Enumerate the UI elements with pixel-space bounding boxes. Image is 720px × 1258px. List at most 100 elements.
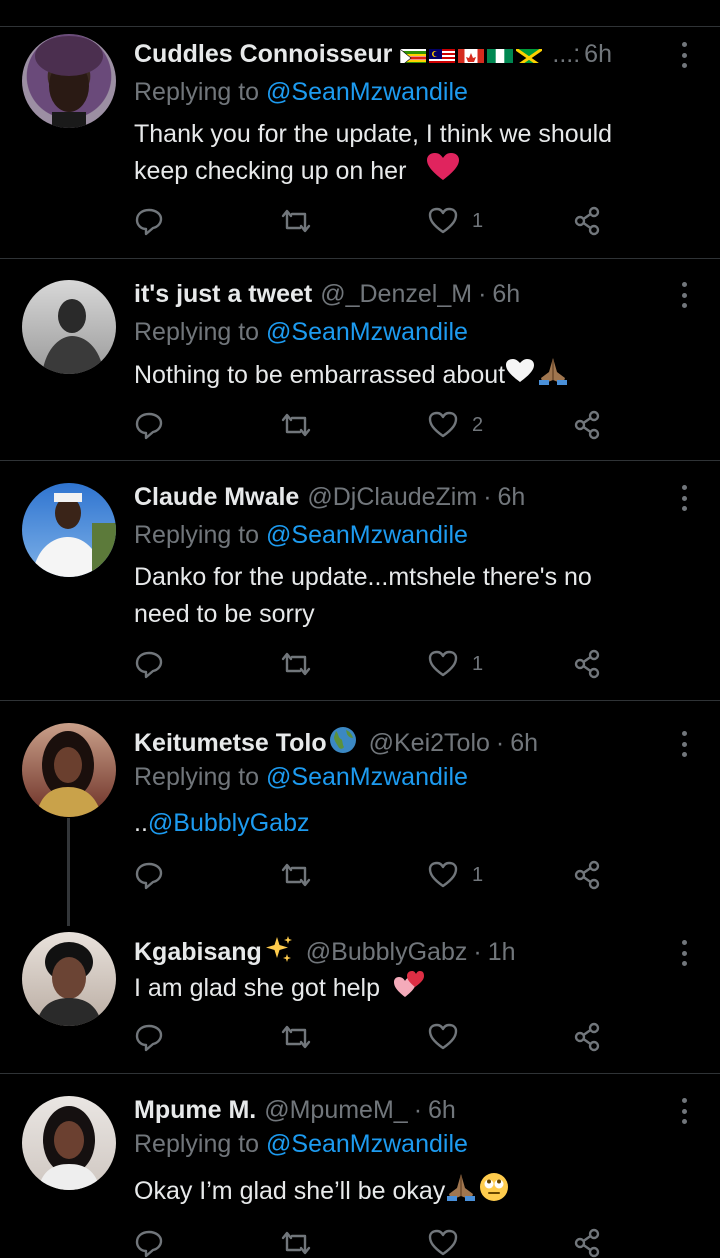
reply-icon[interactable] [134, 1228, 164, 1258]
timestamp[interactable]: 6h [510, 729, 538, 758]
tweet-claude[interactable]: Claude Mwale @DjClaudeZim · 6h Replying … [0, 477, 720, 699]
replying-to-label: Replying to [134, 78, 260, 106]
display-name[interactable]: Mpume M. [134, 1096, 256, 1125]
timestamp[interactable]: 6h [498, 483, 526, 512]
like-button[interactable]: 1 [428, 860, 483, 890]
user-handle[interactable]: @Kei2Tolo [369, 729, 490, 758]
retweet-icon[interactable] [280, 1022, 312, 1052]
two-hearts-icon [393, 969, 425, 1010]
tweet-mpume[interactable]: Mpume M. @MpumeM_ · 6h Replying to @Sean… [0, 1090, 720, 1258]
retweet-icon[interactable] [280, 410, 312, 440]
more-options-icon[interactable] [674, 282, 694, 308]
tweet-text-line: keep checking up on her [134, 153, 694, 192]
timestamp[interactable]: 1h [488, 938, 516, 967]
display-name[interactable]: Cuddles Connoisseur [134, 40, 392, 69]
avatar[interactable] [22, 280, 116, 374]
tweet-text-prefix: .. [134, 809, 148, 837]
like-count: 1 [472, 209, 484, 232]
avatar[interactable] [22, 483, 116, 577]
share-icon[interactable] [572, 1228, 602, 1258]
thread-connector [67, 818, 70, 926]
avatar[interactable] [22, 932, 116, 1026]
share-icon[interactable] [572, 860, 602, 890]
like-button[interactable] [428, 1228, 458, 1258]
user-handle[interactable]: @MpumeM_ [264, 1096, 407, 1125]
retweet-icon[interactable] [280, 860, 312, 890]
top-divider [0, 26, 720, 27]
retweet-icon[interactable] [280, 649, 312, 679]
tweet-text-line: need to be sorry [134, 600, 315, 628]
timestamp[interactable]: 6h [584, 40, 612, 69]
separator-dot: · [495, 728, 505, 757]
share-icon[interactable] [572, 649, 602, 679]
tweet-text-line: Thank you for the update, I think we sho… [134, 120, 613, 148]
tweet-denzel[interactable]: it's just a tweet @_Denzel_M · 6h Replyi… [0, 274, 720, 460]
display-name[interactable]: it's just a tweet [134, 280, 312, 309]
replying-to: Replying to @SeanMzwandile [134, 318, 468, 347]
red-heart-icon [427, 153, 460, 192]
like-count: 1 [472, 652, 484, 675]
tweet-header: Claude Mwale @DjClaudeZim · 6h [134, 477, 525, 517]
more-options-icon[interactable] [674, 485, 694, 511]
tweet-text: Nothing to be embarrassed about [134, 356, 694, 397]
more-options-icon[interactable] [674, 940, 694, 966]
replying-to-mention[interactable]: @SeanMzwandile [266, 78, 468, 106]
timestamp[interactable]: 6h [428, 1096, 456, 1125]
jamaica-flag-icon [516, 45, 543, 63]
share-icon[interactable] [572, 1022, 602, 1052]
share-icon[interactable] [572, 410, 602, 440]
reply-icon[interactable] [134, 410, 164, 440]
display-name[interactable]: Keitumetse Tolo [134, 729, 327, 758]
like-button[interactable]: 1 [428, 206, 483, 236]
user-handle[interactable]: @_Denzel_M [320, 280, 472, 309]
tweet-kgabisang[interactable]: Kgabisang @BubblyGabz · 1h I am glad she… [0, 932, 720, 1072]
user-handle[interactable]: @BubblyGabz [306, 938, 468, 967]
like-count: 1 [472, 863, 484, 886]
reply-icon[interactable] [134, 206, 164, 236]
separator-dot: · [473, 937, 482, 966]
tweet-actions [134, 1228, 614, 1258]
replying-to-mention[interactable]: @SeanMzwandile [266, 1130, 468, 1158]
display-name[interactable]: Claude Mwale [134, 483, 299, 512]
user-handle[interactable]: @DjClaudeZim [307, 483, 477, 512]
timestamp[interactable]: 6h [492, 280, 520, 309]
tweet-text-line-content: Nothing to be embarrassed about [134, 361, 506, 390]
tweet-actions: 2 [134, 410, 614, 440]
avatar[interactable] [22, 34, 116, 128]
sparkles-icon [264, 934, 294, 971]
replying-to-label: Replying to [134, 521, 260, 549]
avatar[interactable] [22, 1096, 116, 1190]
replying-to-mention[interactable]: @SeanMzwandile [266, 521, 468, 549]
zimbabwe-flag-icon [400, 45, 427, 63]
like-button[interactable] [428, 1022, 458, 1052]
share-icon[interactable] [572, 206, 602, 236]
tweet-header: Mpume M. @MpumeM_ · 6h [134, 1090, 456, 1130]
avatar-portrait [36, 731, 102, 817]
tweet-keitumetse[interactable]: Keitumetse Tolo @Kei2Tolo · 6h Replying … [0, 723, 720, 919]
white-heart-icon [505, 358, 535, 395]
avatar[interactable] [22, 723, 116, 817]
tweet-cuddles[interactable]: Cuddles Connoisseur ...: 6h Replying to … [0, 34, 720, 258]
replying-to: Replying to @SeanMzwandile [134, 763, 468, 792]
replying-to-mention[interactable]: @SeanMzwandile [266, 318, 468, 346]
replying-to: Replying to @SeanMzwandile [134, 521, 468, 550]
retweet-icon[interactable] [280, 1228, 312, 1258]
like-button[interactable]: 1 [428, 649, 483, 679]
tweet-header: Kgabisang @BubblyGabz · 1h [134, 932, 516, 972]
tweet-actions: 1 [134, 649, 614, 679]
display-name[interactable]: Kgabisang [134, 938, 262, 967]
like-button[interactable]: 2 [428, 410, 483, 440]
more-options-icon[interactable] [674, 731, 694, 757]
reply-icon[interactable] [134, 1022, 164, 1052]
retweet-icon[interactable] [280, 206, 312, 236]
praying-hands-icon [445, 1172, 477, 1213]
more-options-icon[interactable] [674, 42, 694, 68]
reply-icon[interactable] [134, 649, 164, 679]
reply-icon[interactable] [134, 860, 164, 890]
heart-outline-icon [428, 411, 458, 438]
tweet-mention[interactable]: @BubblyGabz [148, 809, 310, 837]
replying-to-mention[interactable]: @SeanMzwandile [266, 763, 468, 791]
tweet-actions [134, 1022, 614, 1052]
more-options-icon[interactable] [674, 1098, 694, 1124]
globe-icon [329, 726, 357, 761]
